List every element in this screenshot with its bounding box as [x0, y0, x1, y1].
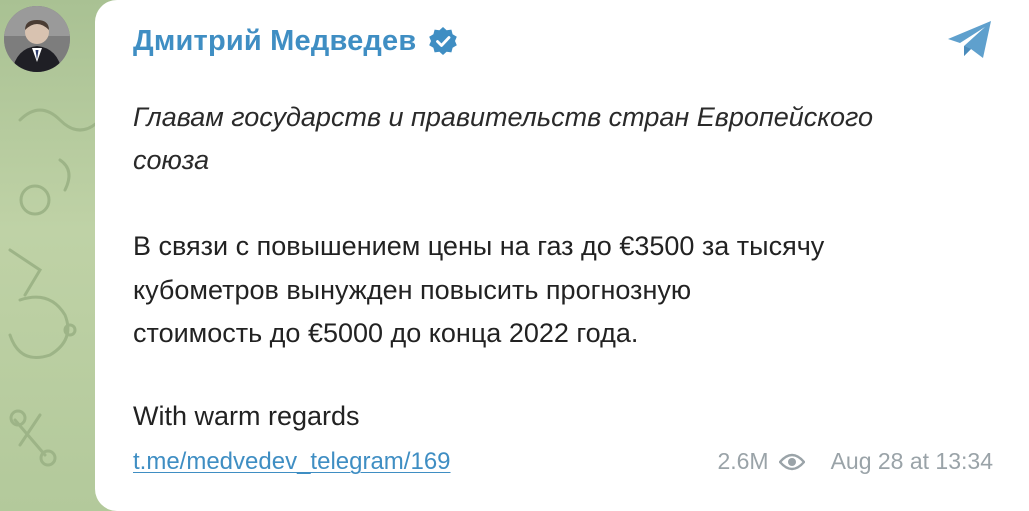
background-doodles: [8, 108, 102, 467]
body-line-1: В связи с повышением цены на газ до €350…: [133, 231, 825, 261]
eye-icon: [778, 453, 805, 470]
body-line-2: кубометров вынужден повысить прогнозную: [133, 275, 692, 305]
telegram-share-icon[interactable]: [945, 18, 995, 62]
message-timestamp: Aug 28 at 13:34: [830, 448, 993, 474]
sender-row: Дмитрий Медведев: [133, 20, 458, 62]
verified-badge-icon: [429, 27, 458, 55]
italic-line-1: Главам государств и правительств стран Е…: [133, 102, 874, 132]
message-bubble: Дмитрий Медведев Главам государств и пра…: [95, 0, 1029, 511]
post-link[interactable]: t.me/medvedev_telegram/169: [133, 448, 451, 476]
italic-line-2: союза: [133, 145, 210, 175]
sender-name[interactable]: Дмитрий Медведев: [133, 25, 416, 58]
message-meta: 2.6M Aug 28 at 13:34: [717, 448, 993, 475]
avatar[interactable]: [4, 6, 70, 72]
signoff-text: With warm regards: [133, 401, 360, 431]
views-count: 2.6M: [717, 448, 769, 474]
avatar-photo: [4, 6, 70, 72]
body-line-3: стоимость до €5000 до конца 2022 года.: [133, 318, 639, 348]
